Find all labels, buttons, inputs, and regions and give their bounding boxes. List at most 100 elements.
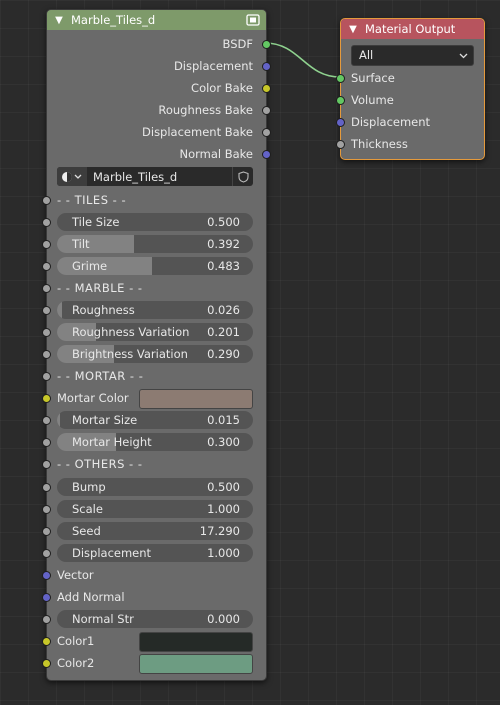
group-node-header[interactable]: ▼ Marble_Tiles_d: [47, 10, 266, 30]
tile-size-field[interactable]: Tile Size 0.500: [57, 213, 253, 231]
output-displacement: Displacement: [47, 55, 271, 77]
mortar-section-header: - - MORTAR - -: [42, 365, 266, 387]
input-tilt: Tilt 0.392: [42, 233, 266, 255]
output-socket[interactable]: [262, 150, 271, 159]
bump-field[interactable]: Bump 0.500: [57, 478, 253, 496]
node-group-selector-row: Marble_Tiles_d: [47, 165, 266, 187]
output-socket[interactable]: [262, 106, 271, 115]
field-label: Mortar Height: [72, 435, 152, 449]
field-label: Bump: [72, 480, 106, 494]
input-socket[interactable]: [336, 96, 345, 105]
output-bsdf: BSDF: [47, 33, 271, 55]
field-label: Grime: [72, 259, 108, 273]
color2-swatch[interactable]: [139, 654, 253, 674]
material-output-node[interactable]: ▼ Material Output All Surface Volume Dis…: [336, 18, 485, 160]
input-socket[interactable]: [336, 140, 345, 149]
roughness-variation-field[interactable]: Roughness Variation 0.201: [57, 323, 253, 341]
output-color-bake: Color Bake: [47, 77, 271, 99]
output-label: Color Bake: [191, 81, 253, 95]
input-grime: Grime 0.483: [42, 255, 266, 277]
field-value: 0.026: [207, 303, 240, 317]
vector-label: Vector: [57, 568, 94, 582]
output-socket[interactable]: [262, 62, 271, 71]
tiles-section-header: - - TILES - -: [42, 189, 266, 211]
node-group-selector[interactable]: Marble_Tiles_d: [57, 167, 253, 186]
field-label: Displacement: [72, 546, 152, 560]
output-socket[interactable]: [262, 40, 271, 49]
input-socket[interactable]: [42, 483, 51, 492]
input-socket[interactable]: [42, 637, 51, 646]
target-dropdown[interactable]: All: [351, 45, 474, 66]
field-label: Seed: [72, 524, 101, 538]
input-socket[interactable]: [336, 74, 345, 83]
input-socket[interactable]: [42, 218, 51, 227]
input-roughness-variation: Roughness Variation 0.201: [42, 321, 266, 343]
normal-str-field[interactable]: Normal Str 0.000: [57, 610, 253, 628]
socket-label: Displacement: [351, 115, 431, 129]
field-value: 0.015: [207, 413, 240, 427]
input-tile-size: Tile Size 0.500: [42, 211, 266, 233]
input-socket[interactable]: [42, 240, 51, 249]
input-socket[interactable]: [42, 615, 51, 624]
field-value: 0.500: [207, 480, 240, 494]
input-socket[interactable]: [42, 306, 51, 315]
scale-field[interactable]: Scale 1.000: [57, 500, 253, 518]
field-value: 0.000: [207, 612, 240, 626]
input-socket[interactable]: [42, 505, 51, 514]
input-socket[interactable]: [42, 372, 51, 381]
color1-swatch[interactable]: [139, 632, 253, 652]
chevron-down-icon[interactable]: ▼: [341, 24, 365, 35]
mortar-color-swatch[interactable]: [139, 389, 253, 409]
input-socket[interactable]: [42, 460, 51, 469]
group-node[interactable]: ▼ Marble_Tiles_d BSDF Displacement Color…: [42, 9, 271, 681]
field-value: 0.500: [207, 215, 240, 229]
input-socket[interactable]: [42, 438, 51, 447]
field-value: 0.392: [207, 237, 240, 251]
roughness-field[interactable]: Roughness 0.026: [57, 301, 253, 319]
input-socket[interactable]: [42, 284, 51, 293]
input-socket[interactable]: [42, 196, 51, 205]
input-socket[interactable]: [42, 416, 51, 425]
input-surface: Surface: [336, 67, 484, 89]
mortar-size-field[interactable]: Mortar Size 0.015: [57, 411, 253, 429]
input-socket[interactable]: [42, 549, 51, 558]
field-value: 0.300: [207, 435, 240, 449]
material-output-header[interactable]: ▼ Material Output: [341, 19, 484, 39]
input-add-normal: Add Normal: [42, 586, 266, 608]
input-thickness: Thickness: [336, 133, 484, 155]
input-socket[interactable]: [42, 394, 51, 403]
field-label: Scale: [72, 502, 103, 516]
input-mortar-size: Mortar Size 0.015: [42, 409, 266, 431]
shield-icon[interactable]: [232, 167, 253, 186]
field-value: 0.290: [207, 347, 240, 361]
chevron-down-icon[interactable]: ▼: [47, 15, 71, 26]
input-socket[interactable]: [42, 593, 51, 602]
input-socket[interactable]: [42, 350, 51, 359]
output-socket[interactable]: [262, 84, 271, 93]
input-socket[interactable]: [42, 571, 51, 580]
material-sphere-icon[interactable]: [57, 167, 87, 186]
output-socket[interactable]: [262, 128, 271, 137]
output-roughness-bake: Roughness Bake: [47, 99, 271, 121]
section-label: - - MARBLE - -: [57, 281, 143, 295]
chevron-down-icon: [459, 46, 468, 65]
output-displacement-bake: Displacement Bake: [47, 121, 271, 143]
displacement-field[interactable]: Displacement 1.000: [57, 544, 253, 562]
mortar-height-field[interactable]: Mortar Height 0.300: [57, 433, 253, 451]
grime-field[interactable]: Grime 0.483: [57, 257, 253, 275]
field-value: 0.201: [207, 325, 240, 339]
input-socket[interactable]: [42, 328, 51, 337]
input-socket[interactable]: [42, 262, 51, 271]
field-label: Brightness Variation: [72, 347, 188, 361]
section-label: - - TILES - -: [57, 193, 127, 207]
input-socket[interactable]: [42, 659, 51, 668]
field-label: Mortar Size: [72, 413, 138, 427]
node-tree-icon[interactable]: [240, 14, 266, 26]
brightness-variation-field[interactable]: Brightness Variation 0.290: [57, 345, 253, 363]
seed-field[interactable]: Seed 17.290: [57, 522, 253, 540]
input-socket[interactable]: [42, 527, 51, 536]
others-section-header: - - OTHERS - -: [42, 453, 266, 475]
socket-label: Thickness: [351, 137, 408, 151]
tilt-field[interactable]: Tilt 0.392: [57, 235, 253, 253]
input-socket[interactable]: [336, 118, 345, 127]
